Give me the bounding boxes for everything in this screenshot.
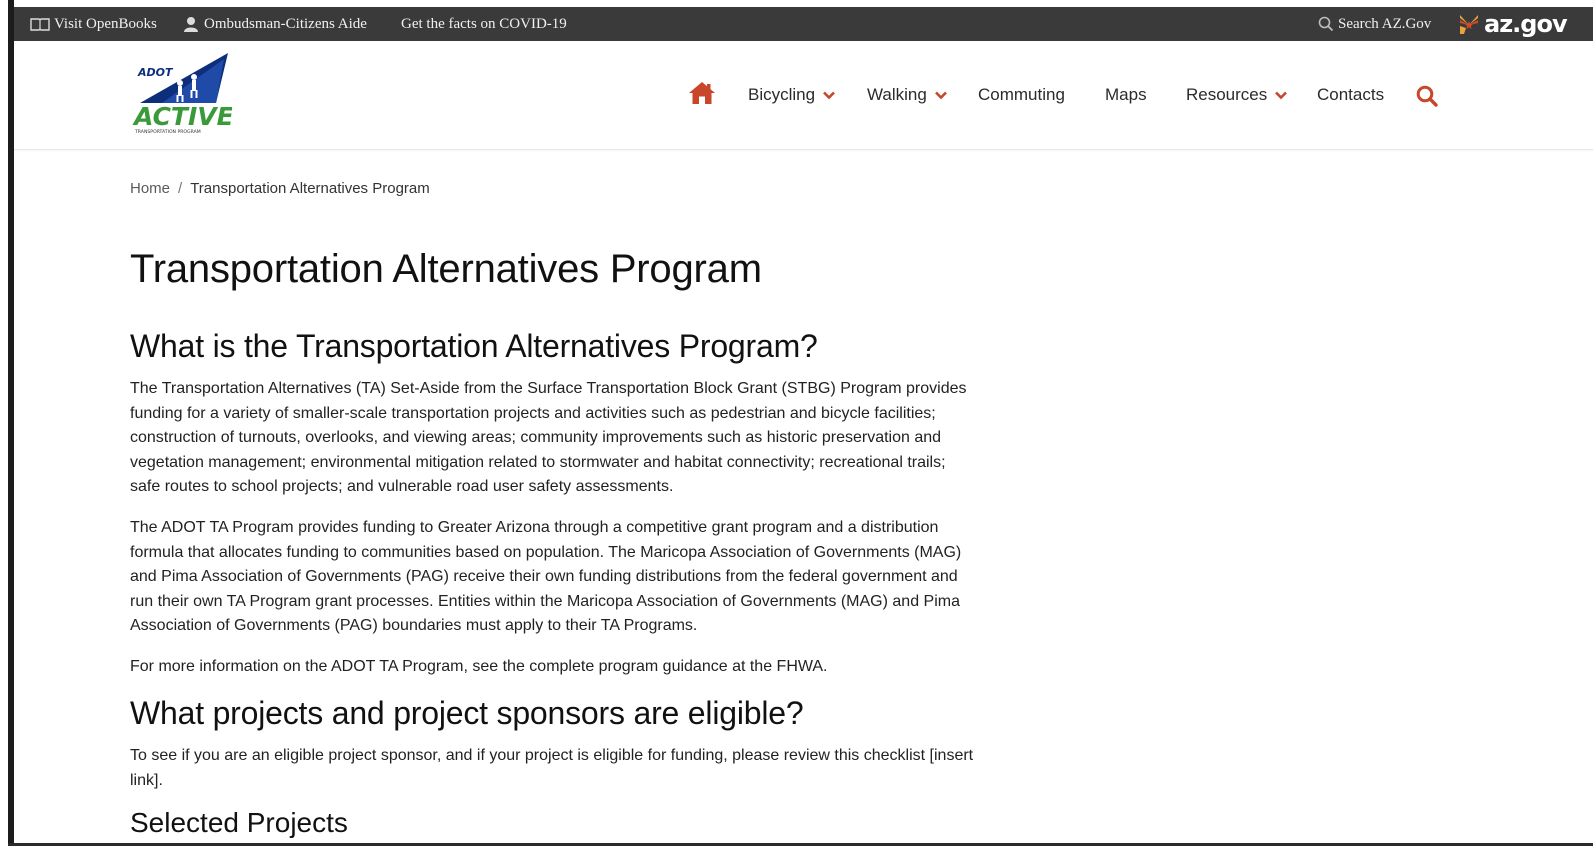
arizona-flag-icon [1458,12,1480,36]
breadcrumb: Home / Transportation Alternatives Program [130,180,430,197]
section-heading-selected-projects: Selected Projects [130,807,348,838]
nav-resources[interactable]: Resources [1186,85,1288,105]
breadcrumb-current: Transportation Alternatives Program [190,180,430,197]
nav-contacts-label: Contacts [1317,85,1385,104]
main-nav: Bicycling Walking Commuting Maps Resourc… [14,41,1593,149]
text-line: link]. [130,771,163,789]
book-icon [30,17,50,31]
text-line: The ADOT TA Program provides funding to … [130,519,939,536]
paragraph-adot-ta-funding: The ADOT TA Program provides funding to … [130,516,1000,639]
ombudsman-link[interactable]: Ombudsman-Citizens Aide [182,7,367,41]
nav-commuting-label: Commuting [978,85,1065,104]
nav-contacts[interactable]: Contacts [1317,85,1384,105]
breadcrumb-separator: / [178,180,183,197]
text-line: vegetation management; environmental mit… [130,453,946,471]
search-azgov-link[interactable]: Search AZ.Gov [1318,7,1431,41]
nav-bicycling-label: Bicycling [748,85,816,104]
search-icon [1318,16,1334,32]
utility-bar: Visit OpenBooks Ombudsman-Citizens Aide … [14,7,1593,41]
page-title: Transportation Alternatives Program [130,247,762,291]
breadcrumb-home-link[interactable]: Home [130,180,170,197]
home-icon [688,81,716,110]
ombudsman-label: Ombudsman-Citizens Aide [204,15,367,32]
text-line: formula that allocates funding to commun… [130,543,962,561]
text-line: safe routes to school projects; and vuln… [130,478,674,496]
search-azgov-label: Search AZ.Gov [1338,15,1432,32]
section-heading-what-is: What is the Transportation Alternatives … [130,328,818,364]
site-search-button[interactable] [1416,85,1438,112]
text-line: To see if you are an eligible project sp… [130,747,974,764]
nav-commuting[interactable]: Commuting [978,85,1065,105]
nav-walking-label: Walking [867,85,927,104]
person-icon [182,15,200,33]
paragraph-eligibility: To see if you are an eligible project sp… [130,744,1000,793]
nav-home[interactable] [688,81,716,110]
covid-link[interactable]: Get the facts on COVID-19 [401,7,567,41]
openbooks-link[interactable]: Visit OpenBooks [30,7,157,41]
window-frame-top [0,0,1593,7]
section-heading-eligibility: What projects and project sponsors are e… [130,695,804,731]
azgov-logo[interactable]: az.gov [1458,10,1568,38]
text-line: run their own TA Program grant processes… [130,592,960,610]
text-line: Association of Governments (PAG) boundar… [130,617,698,635]
chevron-down-icon [934,85,947,105]
site-header: ADOT ACTIVE TRANSPORTATION PROGRAM Bicyc… [14,41,1593,150]
covid-label: Get the facts on COVID-19 [401,15,567,32]
nav-maps-label: Maps [1105,85,1147,104]
text-line: funding for a variety of smaller-scale t… [130,404,936,422]
paragraph-more-info: For more information on the ADOT TA Prog… [130,658,828,675]
azgov-wordmark: az.gov [1484,10,1568,38]
chevron-down-icon [1275,85,1288,105]
nav-maps[interactable]: Maps [1105,85,1147,105]
nav-walking[interactable]: Walking [867,85,947,105]
window-border-bottom [8,843,1593,846]
nav-resources-label: Resources [1186,85,1268,104]
paragraph-ta-overview: The Transportation Alternatives (TA) Set… [130,377,1000,500]
text-line: construction of turnouts, overlooks, and… [130,429,942,447]
chevron-down-icon [823,85,836,105]
search-icon [1416,85,1438,112]
openbooks-label: Visit OpenBooks [54,15,157,32]
text-line: The Transportation Alternatives (TA) Set… [130,380,967,397]
nav-bicycling[interactable]: Bicycling [748,85,836,105]
text-line: and Pima Association of Governments (PAG… [130,568,958,586]
